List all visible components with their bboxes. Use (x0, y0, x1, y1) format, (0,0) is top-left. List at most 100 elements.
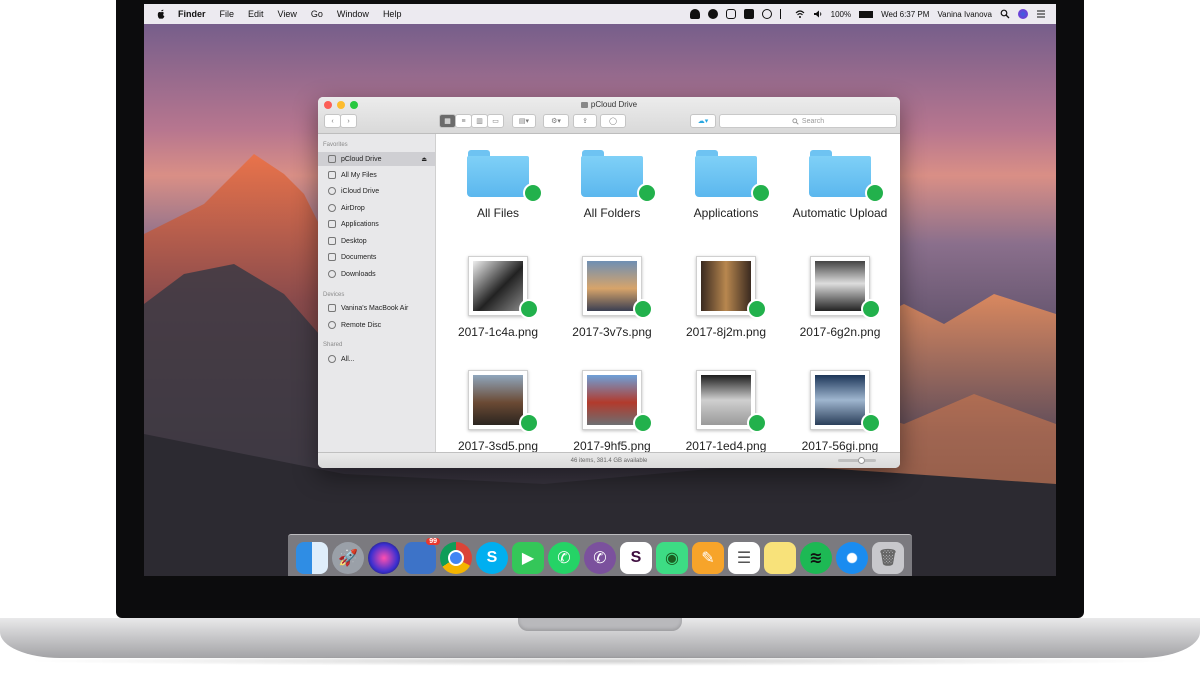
disc-icon (328, 321, 336, 329)
sidebar-header-favorites: Favorites (323, 142, 348, 148)
slider-knob[interactable] (858, 457, 865, 464)
notes-icon[interactable] (764, 541, 796, 574)
menu-bar: Finder File Edit View Go Window Help 100… (144, 4, 1056, 24)
forward-button[interactable]: › (340, 114, 357, 128)
menu-go[interactable]: Go (311, 9, 323, 19)
finder-icon[interactable] (296, 541, 328, 574)
sidebar-header-shared: Shared (323, 342, 343, 348)
siri-icon[interactable] (368, 541, 400, 574)
file-2017-56gi[interactable]: 2017-56gi.png (784, 370, 896, 453)
network-globe-icon (328, 355, 336, 363)
synced-check-icon (633, 299, 653, 319)
user-name[interactable]: Vanina Ivanova (937, 10, 992, 19)
file-2017-9hf5[interactable]: 2017-9hf5.png (556, 370, 668, 453)
whatsapp-icon[interactable]: ✆ (548, 541, 580, 574)
icon-view-button[interactable]: ▦ (439, 114, 456, 128)
pcloud-toolbar-button[interactable]: ☁▾ (690, 114, 716, 128)
facetime-icon[interactable]: ▶ (512, 541, 544, 574)
preview-icon[interactable]: 99 (404, 537, 440, 574)
file-2017-6g2n[interactable]: 2017-6g2n.png (784, 256, 896, 339)
sidebar-item-all-shared[interactable]: All... (318, 352, 435, 366)
laptop-shadow (20, 656, 1180, 666)
sidebar-item-icloud-drive[interactable]: iCloud Drive (318, 184, 435, 198)
search-placeholder: Search (801, 117, 825, 125)
apple-icon[interactable] (156, 9, 166, 19)
folder-applications[interactable]: Applications (670, 147, 782, 220)
volume-icon[interactable] (813, 9, 823, 19)
menu-finder[interactable]: Finder (178, 9, 206, 19)
sidebar-item-downloads[interactable]: Downloads (318, 267, 435, 281)
menu-file[interactable]: File (220, 9, 235, 19)
tags-button[interactable]: ◯ (600, 114, 626, 128)
file-2017-1ed4[interactable]: 2017-1ed4.png (670, 370, 782, 453)
list-view-button[interactable]: ≡ (455, 114, 472, 128)
menu-edit[interactable]: Edit (248, 9, 264, 19)
chrome-icon[interactable] (440, 541, 472, 574)
safari-icon[interactable] (836, 541, 868, 574)
battery-percent[interactable]: 100% (831, 10, 851, 19)
arrange-button[interactable]: ▤▾ (512, 114, 536, 128)
share-button[interactable]: ⇪ (573, 114, 597, 128)
column-view-button[interactable]: ▥ (471, 114, 488, 128)
skype-icon[interactable]: S (476, 541, 508, 574)
cloud-icon (328, 187, 336, 195)
spotify-icon[interactable]: ≋ (800, 541, 832, 574)
pages-icon[interactable]: ✎ (692, 541, 724, 574)
bluetooth-icon[interactable] (779, 9, 787, 19)
dock: 🚀 99 S ▶ ✆ ✆ S ◉ ✎ ☰ ≋ 🗑 (288, 534, 912, 576)
siri-menu-icon[interactable] (1018, 9, 1028, 19)
sidebar-item-documents[interactable]: Documents (318, 250, 435, 264)
image-thumbnail (468, 256, 539, 319)
battery-icon[interactable] (859, 10, 874, 18)
search-field[interactable]: Search (719, 114, 897, 128)
android-menu-icon[interactable] (725, 9, 736, 19)
file-2017-8j2m[interactable]: 2017-8j2m.png (670, 256, 782, 339)
gallery-view-button[interactable]: ▭ (487, 114, 504, 128)
wifi-icon[interactable] (795, 9, 805, 19)
trash-icon[interactable]: 🗑 (872, 541, 904, 574)
synced-check-icon (519, 413, 539, 433)
action-gear-button[interactable]: ⚙▾ (543, 114, 569, 128)
menu-help[interactable]: Help (383, 9, 402, 19)
synced-check-icon (861, 413, 881, 433)
file-2017-3v7s[interactable]: 2017-3v7s.png (556, 256, 668, 339)
sidebar-item-macbook[interactable]: Vanina's MacBook Air (318, 301, 435, 315)
file-2017-3sd5[interactable]: 2017-3sd5.png (442, 370, 554, 453)
synced-check-icon (865, 183, 885, 203)
folder-all-folders[interactable]: All Folders (556, 147, 668, 220)
image-thumbnail (582, 256, 653, 319)
android-icon[interactable]: ◉ (656, 541, 688, 574)
sidebar-item-applications[interactable]: Applications (318, 217, 435, 231)
file-2017-1c4a[interactable]: 2017-1c4a.png (442, 256, 554, 339)
menu-view[interactable]: View (278, 9, 297, 19)
folder-automatic-upload[interactable]: Automatic Upload (784, 147, 896, 220)
launchpad-icon[interactable]: 🚀 (332, 541, 364, 574)
bag-menu-icon[interactable] (743, 9, 754, 19)
sidebar-item-airdrop[interactable]: AirDrop (318, 201, 435, 215)
desktop-screen: Finder File Edit View Go Window Help 100… (144, 4, 1056, 576)
sidebar-item-pcloud-drive[interactable]: pCloud Drive ⏏ (318, 152, 435, 166)
time-machine-icon[interactable] (761, 9, 772, 19)
pcloud-cloud-icon[interactable] (689, 9, 700, 19)
synced-check-icon (637, 183, 657, 203)
drive-icon (328, 155, 336, 163)
synced-check-icon (861, 299, 881, 319)
sidebar-item-remote-disc[interactable]: Remote Disc (318, 318, 435, 332)
eject-icon[interactable]: ⏏ (421, 156, 427, 163)
folder-all-files[interactable]: All Files (442, 147, 554, 220)
skype-menu-icon[interactable] (707, 9, 718, 19)
icon-size-slider[interactable] (838, 457, 876, 464)
clock[interactable]: Wed 6:37 PM (881, 10, 929, 19)
spotlight-search-icon[interactable] (1000, 9, 1010, 19)
window-title: pCloud Drive (318, 100, 900, 109)
slack-icon[interactable]: S (620, 541, 652, 574)
window-titlebar[interactable]: pCloud Drive ‹ › ▦ ≡ ▥ ▭ ▤▾ ⚙▾ ⇪ ◯ ☁▾ Se… (318, 97, 900, 134)
back-button[interactable]: ‹ (324, 114, 341, 128)
sidebar-item-desktop[interactable]: Desktop (318, 234, 435, 248)
reminders-icon[interactable]: ☰ (728, 541, 760, 574)
notification-center-icon[interactable] (1036, 9, 1046, 19)
sidebar-item-all-my-files[interactable]: All My Files (318, 168, 435, 182)
viber-icon[interactable]: ✆ (584, 541, 616, 574)
folder-icon (695, 147, 771, 203)
menu-window[interactable]: Window (337, 9, 369, 19)
